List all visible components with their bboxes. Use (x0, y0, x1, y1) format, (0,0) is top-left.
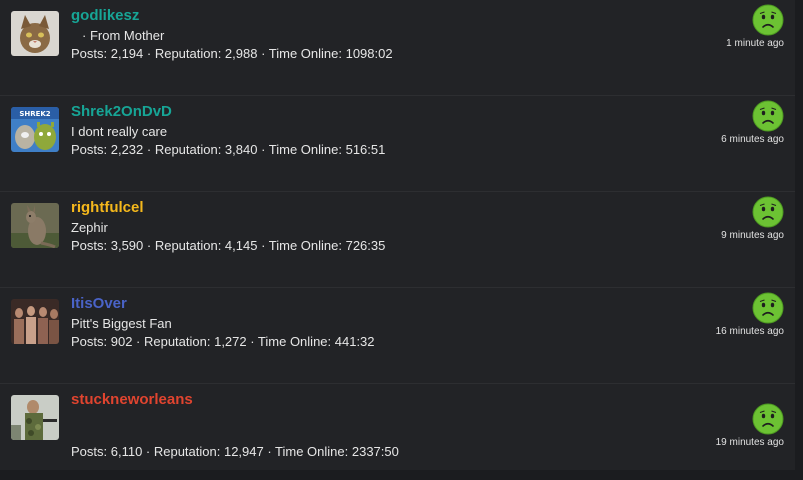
username-link[interactable]: rightfulcel (71, 199, 144, 216)
cat-avatar (11, 11, 59, 56)
last-seen-time: 19 minutes ago (715, 437, 784, 448)
username-link[interactable]: godlikesz (71, 7, 139, 24)
last-seen-time: 9 minutes ago (721, 230, 784, 241)
last-seen-time: 6 minutes ago (721, 134, 784, 145)
wallaby-avatar (11, 203, 59, 248)
user-avatar[interactable] (11, 11, 59, 56)
user-status: Zephir (71, 220, 108, 235)
avatar-text: SHREK2 (19, 110, 50, 118)
user-avatar[interactable] (11, 395, 59, 440)
list-item: ItisOver Pitt's Biggest Fan Posts: 902 ·… (0, 288, 795, 384)
user-status: Pitt's Biggest Fan (71, 316, 172, 331)
user-avatar[interactable]: SHREK2 (11, 107, 59, 152)
username-link[interactable]: stuckneworleans (71, 391, 193, 408)
list-item: SHREK2 Shrek2OnDvD I dont really care Po… (0, 96, 795, 192)
last-seen-time: 16 minutes ago (715, 326, 784, 337)
user-stats: Posts: 2,232 · Reputation: 3,840 · Time … (71, 142, 386, 157)
user-stats: Posts: 2,194 · Reputation: 2,988 · Time … (71, 46, 393, 61)
last-seen-time: 1 minute ago (726, 38, 784, 49)
worried-face-icon[interactable] (752, 4, 784, 36)
username-link[interactable]: ItisOver (71, 295, 127, 312)
user-stats: Posts: 902 · Reputation: 1,272 · Time On… (71, 334, 375, 349)
online-users-list: godlikesz · From Mother Posts: 2,194 · R… (0, 0, 795, 470)
worried-face-icon[interactable] (752, 292, 784, 324)
user-status: I dont really care (71, 124, 168, 139)
user-avatar[interactable] (11, 203, 59, 248)
shrek2-avatar: SHREK2 (11, 107, 59, 152)
worried-face-icon[interactable] (752, 100, 784, 132)
user-avatar[interactable] (11, 299, 59, 344)
user-status: · From Mother (82, 28, 165, 43)
list-item: godlikesz · From Mother Posts: 2,194 · R… (0, 0, 795, 96)
worried-face-icon[interactable] (752, 403, 784, 435)
username-link[interactable]: Shrek2OnDvD (71, 103, 172, 120)
list-item: rightfulcel Zephir Posts: 3,590 · Reputa… (0, 192, 795, 288)
soldier-avatar (11, 395, 59, 440)
group-photo-avatar (11, 299, 59, 344)
list-item: stuckneworleans Posts: 6,110 · Reputatio… (0, 384, 795, 480)
page-margin (795, 0, 803, 480)
user-stats: Posts: 3,590 · Reputation: 4,145 · Time … (71, 238, 386, 253)
worried-face-icon[interactable] (752, 196, 784, 228)
user-stats: Posts: 6,110 · Reputation: 12,947 · Time… (71, 444, 399, 459)
